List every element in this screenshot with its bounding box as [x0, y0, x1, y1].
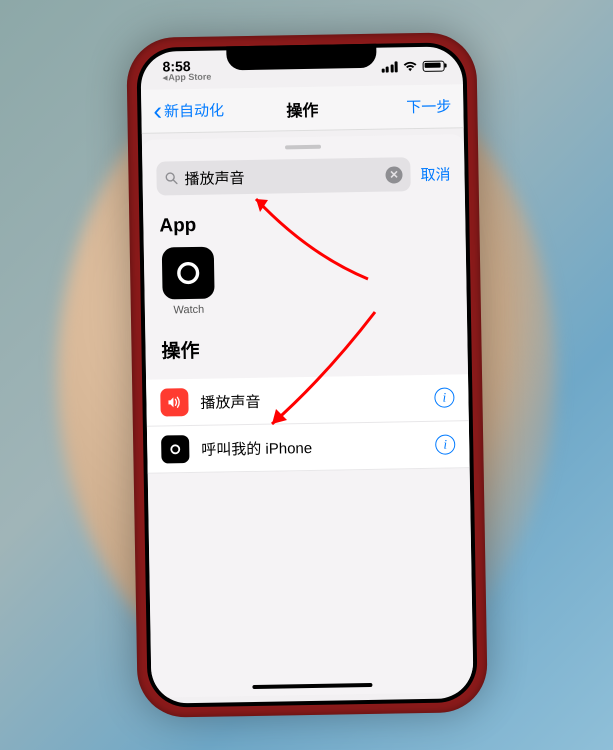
info-button[interactable]: i	[434, 387, 454, 407]
actions-list: 播放声音 i 呼叫我的 iPhone i	[146, 374, 470, 474]
search-input[interactable]: 播放声音 ✕	[156, 157, 411, 195]
speaker-icon	[160, 388, 188, 416]
search-value: 播放声音	[184, 164, 379, 188]
next-button[interactable]: 下一步	[406, 95, 451, 117]
watch-icon	[161, 435, 189, 463]
clear-search-button[interactable]: ✕	[385, 166, 402, 183]
wifi-icon	[402, 61, 417, 72]
status-back-to-app[interactable]: App Store	[162, 72, 211, 82]
page-title: 操作	[286, 96, 318, 121]
back-button[interactable]: 新自动化	[153, 99, 224, 121]
app-label: Watch	[173, 304, 204, 317]
cancel-search-button[interactable]: 取消	[420, 163, 450, 185]
phone-frame: 8:58 App Store 新自动化 操作 下一步	[126, 32, 488, 718]
app-grid: Watch	[143, 242, 466, 317]
action-play-sound[interactable]: 播放声音 i	[146, 374, 469, 427]
action-sheet: 播放声音 ✕ 取消 App Watch 操作	[141, 134, 473, 698]
action-label: 播放声音	[200, 387, 422, 412]
home-indicator[interactable]	[252, 683, 372, 689]
app-item-watch[interactable]: Watch	[159, 247, 216, 317]
section-header-actions: 操作	[144, 311, 467, 374]
cellular-signal-icon	[381, 61, 398, 72]
watch-app-icon	[161, 247, 214, 300]
action-label: 呼叫我的 iPhone	[201, 434, 423, 459]
info-button[interactable]: i	[435, 434, 455, 454]
navigation-bar: 新自动化 操作 下一步	[140, 84, 463, 134]
section-header-app: App	[142, 190, 465, 248]
battery-icon	[422, 60, 444, 71]
search-icon	[164, 171, 178, 185]
notch	[226, 44, 376, 71]
sheet-grabber[interactable]	[284, 145, 320, 150]
screen: 8:58 App Store 新自动化 操作 下一步	[140, 46, 473, 704]
status-time: 8:58	[162, 58, 211, 73]
action-ping-iphone[interactable]: 呼叫我的 iPhone i	[146, 421, 469, 474]
